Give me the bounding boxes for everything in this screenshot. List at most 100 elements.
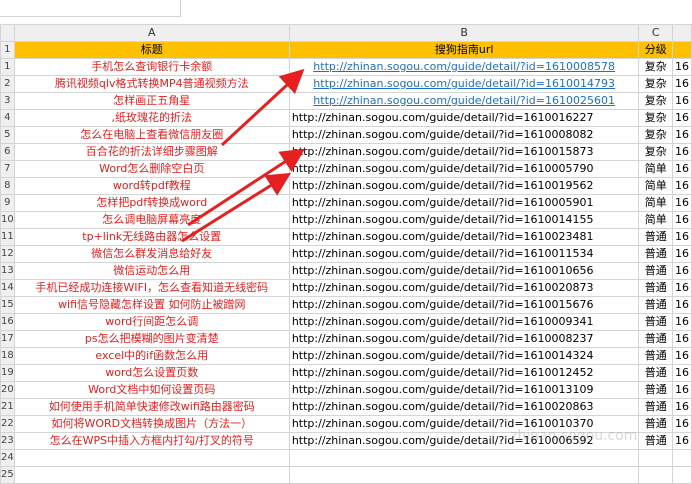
extra-cell[interactable]: 16 — [671, 262, 692, 280]
url-cell[interactable]: http://zhinan.sogou.com/guide/detail/?id… — [288, 143, 640, 161]
title-cell[interactable]: 微信怎么群发消息给好友 — [13, 245, 290, 263]
title-cell[interactable]: word行间距怎么调 — [13, 313, 290, 331]
url-cell[interactable]: http://zhinan.sogou.com/guide/detail/?id… — [288, 398, 640, 416]
header-extra-cell[interactable] — [671, 41, 692, 59]
level-cell[interactable]: 普通 — [638, 296, 673, 314]
column-header-d[interactable] — [671, 24, 692, 42]
row-header[interactable]: 23 — [0, 432, 15, 450]
title-cell[interactable]: 怎么调电脑屏幕亮度 — [13, 211, 290, 229]
empty-cell[interactable] — [671, 466, 692, 484]
row-header[interactable]: 9 — [0, 194, 15, 212]
extra-cell[interactable]: 16 — [671, 75, 692, 93]
row-header[interactable]: 5 — [0, 126, 15, 144]
row-header[interactable]: 20 — [0, 381, 15, 399]
row-header[interactable]: 16 — [0, 313, 15, 331]
title-cell[interactable]: 怎么在电脑上查看微信朋友圈 — [13, 126, 290, 144]
level-cell[interactable]: 简单 — [638, 160, 673, 178]
level-cell[interactable]: 普通 — [638, 262, 673, 280]
level-cell[interactable]: 普通 — [638, 228, 673, 246]
url-link-cell[interactable]: http://zhinan.sogou.com/guide/detail/?id… — [288, 58, 640, 76]
url-link-cell[interactable]: http://zhinan.sogou.com/guide/detail/?id… — [288, 75, 640, 93]
title-cell[interactable]: 如何将WORD文档转换成图片（方法一） — [13, 415, 290, 433]
row-header[interactable]: 3 — [0, 92, 15, 110]
extra-cell[interactable]: 16 — [671, 177, 692, 195]
extra-cell[interactable]: 16 — [671, 313, 692, 331]
url-cell[interactable]: http://zhinan.sogou.com/guide/detail/?id… — [288, 228, 640, 246]
level-cell[interactable]: 简单 — [638, 177, 673, 195]
row-header[interactable]: 24 — [0, 449, 15, 467]
title-cell[interactable]: Word怎么删除空白页 — [13, 160, 290, 178]
title-cell[interactable]: 微信运动怎么用 — [13, 262, 290, 280]
url-cell[interactable]: http://zhinan.sogou.com/guide/detail/?id… — [288, 211, 640, 229]
title-cell[interactable]: word转pdf教程 — [13, 177, 290, 195]
column-header-a[interactable]: A — [13, 24, 290, 42]
url-cell[interactable]: http://zhinan.sogou.com/guide/detail/?id… — [288, 109, 640, 127]
extra-cell[interactable]: 16 — [671, 126, 692, 144]
url-link-cell[interactable]: http://zhinan.sogou.com/guide/detail/?id… — [288, 92, 640, 110]
level-cell[interactable]: 复杂 — [638, 126, 673, 144]
column-header-c[interactable]: C — [638, 24, 673, 42]
title-cell[interactable]: 手机已经成功连接WIFI，怎么查看知道无线密码 — [13, 279, 290, 297]
title-cell[interactable]: wifi信号隐藏怎样设置 如何防止被蹭网 — [13, 296, 290, 314]
url-cell[interactable]: http://zhinan.sogou.com/guide/detail/?id… — [288, 194, 640, 212]
level-cell[interactable]: 普通 — [638, 313, 673, 331]
title-cell[interactable]: 手机怎么查询银行卡余额 — [13, 58, 290, 76]
title-cell[interactable]: 腾讯视频qlv格式转换MP4普通视频方法 — [13, 75, 290, 93]
level-cell[interactable]: 普通 — [638, 364, 673, 382]
url-cell[interactable]: http://zhinan.sogou.com/guide/detail/?id… — [288, 381, 640, 399]
url-cell[interactable]: http://zhinan.sogou.com/guide/detail/?id… — [288, 364, 640, 382]
name-box[interactable] — [0, 0, 181, 17]
row-header[interactable]: 1 — [0, 41, 15, 59]
row-header[interactable]: 19 — [0, 364, 15, 382]
extra-cell[interactable]: 16 — [671, 432, 692, 450]
url-cell[interactable]: http://zhinan.sogou.com/guide/detail/?id… — [288, 245, 640, 263]
extra-cell[interactable]: 16 — [671, 211, 692, 229]
column-header-b[interactable]: B — [288, 24, 640, 42]
row-header[interactable]: 22 — [0, 415, 15, 433]
level-cell[interactable]: 复杂 — [638, 58, 673, 76]
row-header[interactable]: 6 — [0, 143, 15, 161]
row-header[interactable]: 14 — [0, 279, 15, 297]
url-cell[interactable]: http://zhinan.sogou.com/guide/detail/?id… — [288, 330, 640, 348]
level-cell[interactable]: 普通 — [638, 245, 673, 263]
row-header[interactable]: 7 — [0, 160, 15, 178]
row-header[interactable]: 12 — [0, 245, 15, 263]
title-cell[interactable]: 怎样把pdf转换成word — [13, 194, 290, 212]
row-header[interactable]: 13 — [0, 262, 15, 280]
level-cell[interactable]: 复杂 — [638, 75, 673, 93]
title-cell[interactable]: Word文档中如何设置页码 — [13, 381, 290, 399]
level-cell[interactable]: 普通 — [638, 330, 673, 348]
empty-cell[interactable] — [638, 466, 673, 484]
level-cell[interactable]: 复杂 — [638, 92, 673, 110]
extra-cell[interactable]: 16 — [671, 381, 692, 399]
extra-cell[interactable]: 16 — [671, 296, 692, 314]
extra-cell[interactable]: 16 — [671, 228, 692, 246]
title-cell[interactable]: word怎么设置页数 — [13, 364, 290, 382]
empty-cell[interactable] — [638, 449, 673, 467]
title-cell[interactable]: 百合花的折法详细步骤图解 — [13, 143, 290, 161]
row-header[interactable]: 2 — [0, 75, 15, 93]
empty-cell[interactable] — [13, 449, 290, 467]
level-cell[interactable]: 简单 — [638, 211, 673, 229]
extra-cell[interactable]: 16 — [671, 279, 692, 297]
row-header[interactable]: 21 — [0, 398, 15, 416]
level-cell[interactable]: 普通 — [638, 432, 673, 450]
level-cell[interactable]: 普通 — [638, 347, 673, 365]
level-cell[interactable]: 普通 — [638, 415, 673, 433]
level-cell[interactable]: 普通 — [638, 279, 673, 297]
row-header[interactable]: 17 — [0, 330, 15, 348]
row-header[interactable]: 8 — [0, 177, 15, 195]
select-all-corner[interactable] — [0, 24, 15, 42]
title-cell[interactable]: 如何使用手机简单快速修改wifi路由器密码 — [13, 398, 290, 416]
empty-cell[interactable] — [13, 466, 290, 484]
row-header[interactable]: 10 — [0, 211, 15, 229]
extra-cell[interactable]: 16 — [671, 415, 692, 433]
row-header[interactable]: 4 — [0, 109, 15, 127]
empty-cell[interactable] — [671, 449, 692, 467]
url-cell[interactable]: http://zhinan.sogou.com/guide/detail/?id… — [288, 313, 640, 331]
extra-cell[interactable]: 16 — [671, 194, 692, 212]
level-cell[interactable]: 复杂 — [638, 143, 673, 161]
row-header[interactable]: 11 — [0, 228, 15, 246]
title-cell[interactable]: 怎么在WPS中插入方框内打勾/打叉的符号 — [13, 432, 290, 450]
extra-cell[interactable]: 16 — [671, 160, 692, 178]
